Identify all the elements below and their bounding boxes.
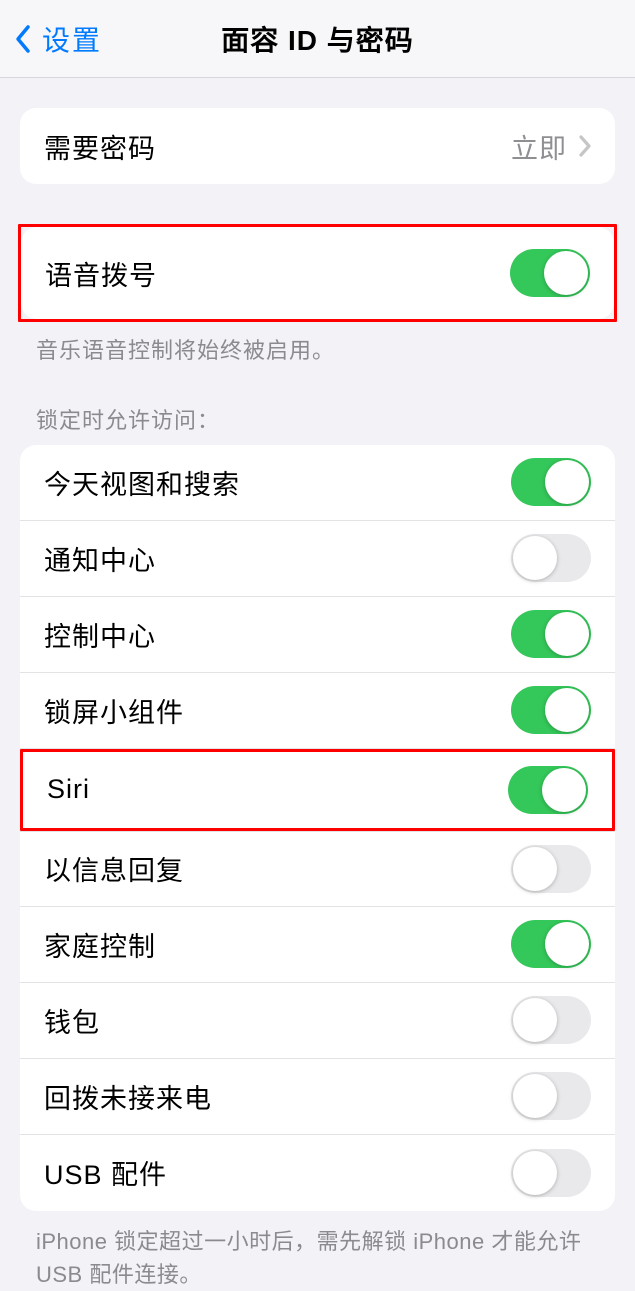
require-passcode-row[interactable]: 需要密码 立即 <box>20 108 615 184</box>
voice-dial-row: 语音拨号 <box>21 227 614 319</box>
wallet-toggle[interactable] <box>511 996 591 1044</box>
page-title: 面容 ID 与密码 <box>221 19 414 59</box>
today-view-label: 今天视图和搜索 <box>44 463 240 502</box>
chevron-left-icon <box>14 24 32 54</box>
today-view-toggle[interactable] <box>511 458 591 506</box>
highlight-siri: Siri <box>20 749 615 831</box>
highlight-voice-dial: 语音拨号 <box>18 224 617 322</box>
lock-screen-access-header: 锁定时允许访问： <box>0 367 635 445</box>
home-control-toggle[interactable] <box>511 920 591 968</box>
lock-widgets-row: 锁屏小组件 <box>20 673 615 749</box>
control-center-toggle[interactable] <box>511 610 591 658</box>
lock-widgets-label: 锁屏小组件 <box>44 691 184 730</box>
siri-row-wrap: Siri <box>20 749 615 831</box>
require-passcode-label: 需要密码 <box>44 127 156 166</box>
voice-dial-footer: 音乐语音控制将始终被启用。 <box>0 322 635 367</box>
control-center-label: 控制中心 <box>44 615 156 654</box>
usb-label: USB 配件 <box>44 1153 167 1192</box>
notification-center-row: 通知中心 <box>20 521 615 597</box>
reply-message-label: 以信息回复 <box>44 849 184 888</box>
reply-message-row: 以信息回复 <box>20 831 615 907</box>
lock-widgets-toggle[interactable] <box>511 686 591 734</box>
home-control-row: 家庭控制 <box>20 907 615 983</box>
voice-dial-toggle[interactable] <box>510 249 590 297</box>
reply-message-toggle[interactable] <box>511 845 591 893</box>
siri-label: Siri <box>47 774 90 805</box>
require-passcode-value: 立即 <box>511 127 567 166</box>
wallet-label: 钱包 <box>44 1001 100 1040</box>
usb-footer: iPhone 锁定超过一小时后，需先解锁 iPhone 才能允许USB 配件连接… <box>0 1211 635 1291</box>
home-control-label: 家庭控制 <box>44 925 156 964</box>
chevron-right-icon <box>579 135 591 157</box>
notification-center-label: 通知中心 <box>44 539 156 578</box>
callback-label: 回拨未接来电 <box>44 1077 212 1116</box>
back-button[interactable]: 设置 <box>0 19 102 59</box>
voice-dial-label: 语音拨号 <box>45 254 157 293</box>
siri-toggle[interactable] <box>508 766 588 814</box>
usb-toggle[interactable] <box>511 1149 591 1197</box>
notification-center-toggle[interactable] <box>511 534 591 582</box>
callback-row: 回拨未接来电 <box>20 1059 615 1135</box>
today-view-row: 今天视图和搜索 <box>20 445 615 521</box>
usb-row: USB 配件 <box>20 1135 615 1211</box>
back-label: 设置 <box>42 19 102 59</box>
wallet-row: 钱包 <box>20 983 615 1059</box>
callback-toggle[interactable] <box>511 1072 591 1120</box>
navigation-bar: 设置 面容 ID 与密码 <box>0 0 635 78</box>
control-center-row: 控制中心 <box>20 597 615 673</box>
